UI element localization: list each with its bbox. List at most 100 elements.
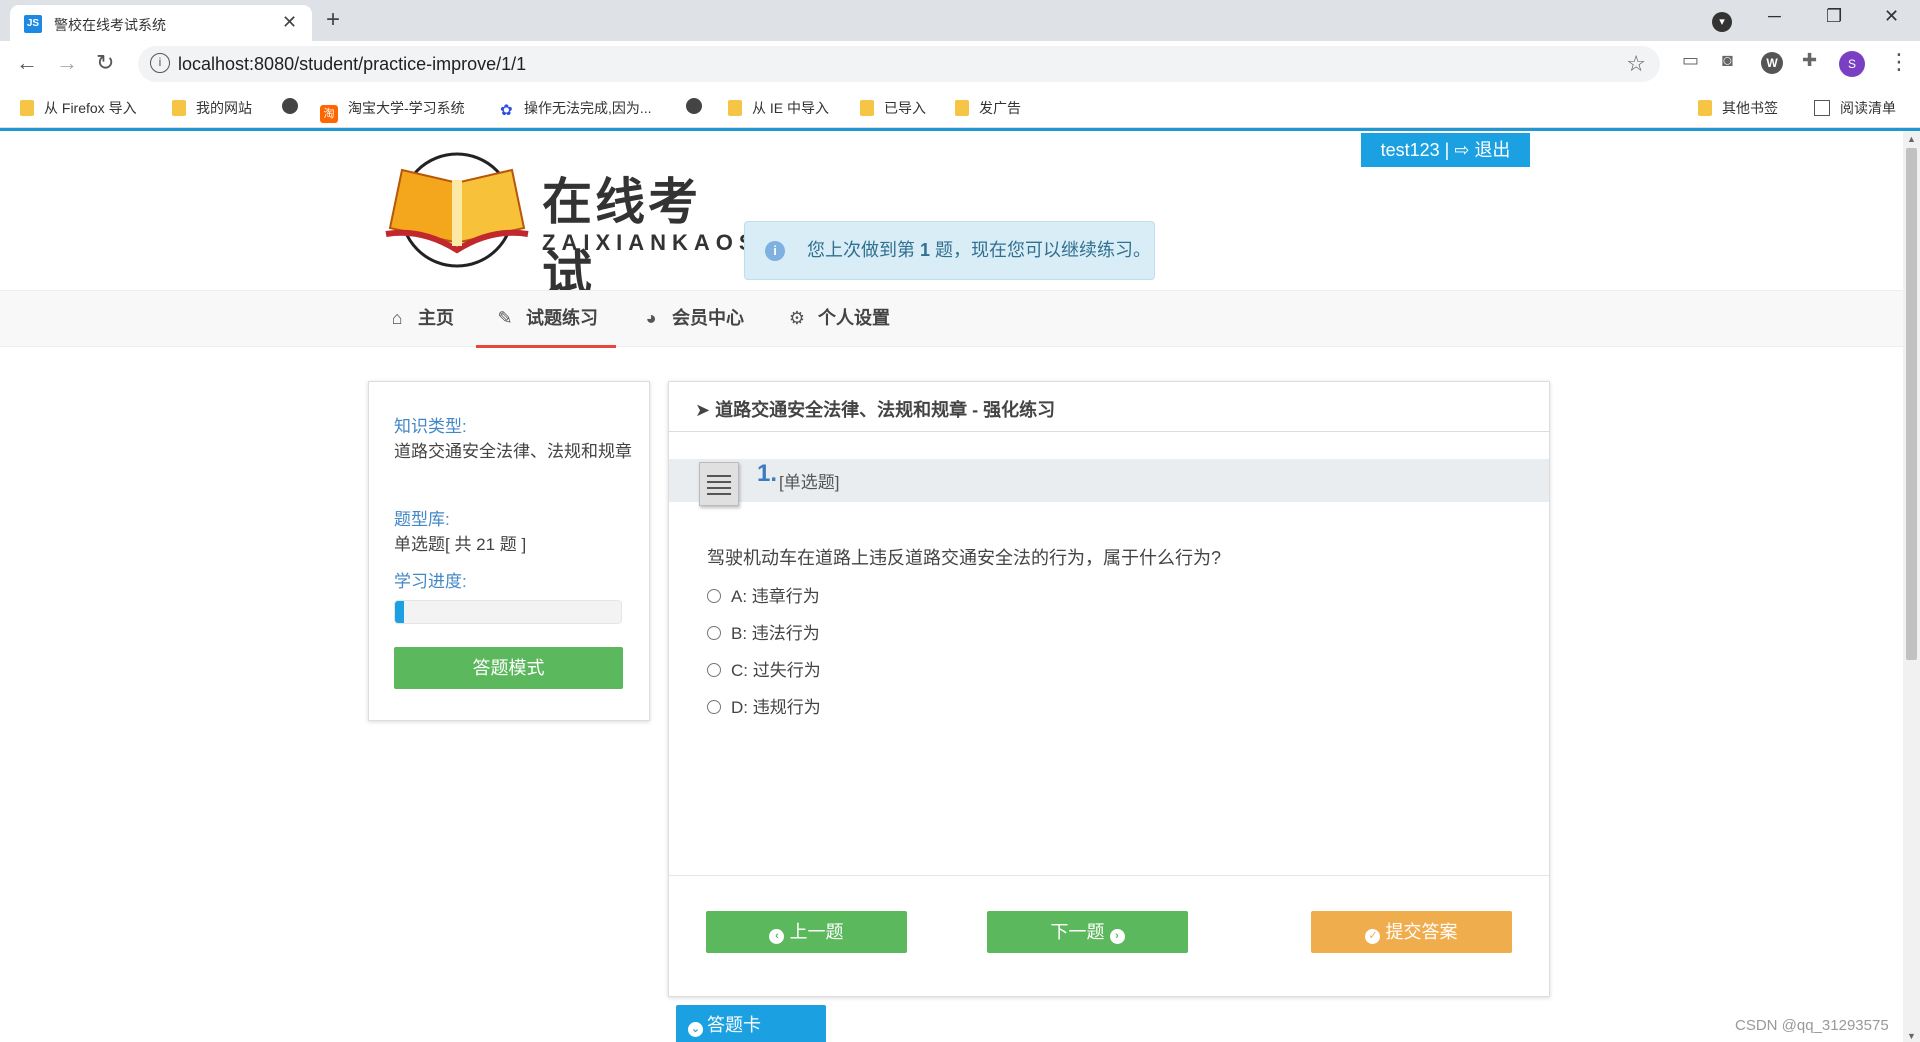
progress-bar	[394, 600, 622, 624]
extension-icon[interactable]: ▭	[1682, 50, 1699, 71]
bookmark-taobao[interactable]: 淘淘宝大学-学习系统	[320, 98, 465, 123]
chevron-right-icon: ›	[1109, 929, 1125, 944]
option-c[interactable]: C: 过失行为	[707, 656, 821, 681]
logout-link[interactable]: 退出	[1474, 140, 1510, 160]
page-scrollbar[interactable]: ▲ ▼	[1903, 131, 1920, 1042]
site-info-icon[interactable]: i	[150, 53, 170, 73]
option-a[interactable]: A: 违章行为	[707, 582, 820, 607]
prev-question-button[interactable]: ‹ 上一题	[706, 911, 907, 953]
scrollbar-thumb[interactable]	[1906, 148, 1917, 660]
bookmark-folder[interactable]: 从 Firefox 导入	[20, 98, 137, 118]
notice-text: 您上次做到第 1 题，现在您可以继续练习。	[807, 240, 1152, 260]
radio-icon[interactable]	[707, 663, 721, 677]
baidu-paw-icon: ✿	[500, 102, 513, 119]
minimize-icon[interactable]: ─	[1768, 6, 1781, 27]
edit-icon: ✎	[497, 308, 513, 328]
new-tab-icon[interactable]: +	[326, 6, 340, 34]
address-bar[interactable]: i localhost:8080/student/practice-improv…	[138, 46, 1660, 82]
profile-icon[interactable]: ▾	[1712, 12, 1732, 32]
back-icon[interactable]: ←	[16, 50, 38, 76]
favicon-icon: JS	[24, 15, 42, 33]
radio-icon[interactable]	[707, 626, 721, 640]
book-logo-icon	[385, 152, 529, 268]
logout-icon: ⇨	[1454, 140, 1470, 160]
camera-icon[interactable]: ◙	[1722, 50, 1733, 71]
practice-info-panel: 知识类型: 道路交通安全法律、法规和规章 题型库: 单选题[ 共 21 题 ] …	[368, 381, 650, 721]
main-nav: ⌂ 主页 ✎ 试题练习 ◕ 会员中心 ⚙ 个人设置	[0, 290, 1903, 348]
scroll-up-icon[interactable]: ▲	[1907, 134, 1916, 144]
progress-label: 学习进度:	[394, 572, 467, 591]
taobao-icon: 淘	[320, 105, 338, 123]
tab-title: 警校在线考试系统	[54, 17, 166, 33]
folder-icon	[728, 100, 742, 116]
nav-practice[interactable]: ✎ 试题练习	[476, 291, 616, 348]
folder-icon	[172, 100, 186, 116]
extension-w-icon[interactable]: W	[1761, 52, 1783, 74]
document-icon	[699, 462, 739, 506]
knowledge-type-value: 道路交通安全法律、法规和规章	[394, 442, 632, 461]
url-text[interactable]: localhost:8080/student/practice-improve/…	[178, 54, 526, 75]
chevron-left-icon: ‹	[769, 929, 785, 944]
divider	[669, 875, 1549, 876]
user-separator: |	[1444, 140, 1450, 160]
bookmark-folder[interactable]: 已导入	[860, 98, 926, 118]
profile-avatar[interactable]: S	[1839, 51, 1865, 77]
globe-icon	[282, 98, 298, 114]
close-window-icon[interactable]: ✕	[1884, 6, 1899, 27]
bookmark-folder[interactable]: 从 IE 中导入	[728, 98, 829, 118]
folder-icon	[1698, 100, 1712, 116]
nav-member-center[interactable]: ◕ 会员中心	[640, 291, 744, 348]
info-icon: i	[765, 241, 785, 261]
bookmark-globe[interactable]	[282, 98, 306, 114]
progress-fill	[395, 601, 405, 623]
question-panel: ➤ 道路交通安全法律、法规和规章 - 强化练习 1. [单选题] 驾驶机动车在道…	[668, 381, 1550, 997]
username: test123	[1380, 140, 1440, 160]
nav-settings[interactable]: ⚙ 个人设置	[786, 291, 890, 348]
question-panel-header: ➤ 道路交通安全法律、法规和规章 - 强化练习	[669, 382, 1549, 432]
resume-notice: i 您上次做到第 1 题，现在您可以继续练习。	[744, 221, 1155, 280]
bookmark-folder[interactable]: 发广告	[955, 98, 1021, 118]
answer-card-button[interactable]: ⌄ 答题卡	[676, 1005, 826, 1042]
dashboard-icon: ◕	[645, 308, 657, 328]
user-bar[interactable]: test123 | ⇨ 退出	[1361, 133, 1530, 167]
chevron-down-icon: ⌄	[688, 1022, 703, 1037]
knowledge-type-label: 知识类型:	[394, 417, 467, 436]
browser-tabbar: JS 警校在线考试系统 ✕ + ▾ ─ ❐ ✕	[0, 0, 1920, 41]
scroll-down-icon[interactable]: ▼	[1907, 1031, 1916, 1041]
browser-tab[interactable]: JS 警校在线考试系统 ✕	[10, 5, 312, 41]
send-icon: ➤	[695, 400, 716, 420]
question-number: 1.	[757, 460, 778, 487]
question-bank-label: 题型库:	[394, 510, 450, 529]
bookmark-reading-list[interactable]: 阅读清单	[1814, 98, 1896, 118]
panel-title: ➤ 道路交通安全法律、法规和规章 - 强化练习	[695, 400, 1056, 420]
bookmark-globe[interactable]	[686, 98, 710, 114]
answer-mode-button[interactable]: 答题模式	[394, 647, 623, 689]
menu-icon[interactable]: ⋮	[1888, 49, 1910, 75]
submit-answer-button[interactable]: ✓ 提交答案	[1311, 911, 1512, 953]
page-viewport: test123 | ⇨ 退出 在线考试 ZAIXIANKAOSHI i 您上次做…	[0, 128, 1920, 1042]
site-logo[interactable]: 在线考试 ZAIXIANKAOSHI	[382, 150, 788, 303]
restore-icon[interactable]: ❐	[1826, 6, 1842, 27]
reading-list-icon	[1814, 100, 1830, 116]
close-tab-icon[interactable]: ✕	[282, 12, 297, 33]
radio-icon[interactable]	[707, 589, 721, 603]
bookmark-folder[interactable]: 我的网站	[172, 98, 252, 118]
puzzle-icon[interactable]: ✚	[1802, 50, 1817, 71]
forward-icon[interactable]: →	[56, 50, 78, 76]
bookmark-star-icon[interactable]: ☆	[1626, 51, 1646, 77]
globe-icon	[686, 98, 702, 114]
folder-icon	[860, 100, 874, 116]
bookmark-baidu[interactable]: ✿ 操作无法完成,因为...	[500, 98, 652, 119]
nav-home[interactable]: ⌂ 主页	[386, 291, 454, 348]
next-question-button[interactable]: 下一题 ›	[987, 911, 1188, 953]
home-icon: ⌂	[391, 308, 403, 328]
option-d[interactable]: D: 违规行为	[707, 693, 821, 718]
reload-icon[interactable]: ↻	[96, 50, 114, 76]
option-b[interactable]: B: 违法行为	[707, 619, 820, 644]
question-bank-value: 单选题[ 共 21 题 ]	[394, 535, 527, 554]
bookmark-other[interactable]: 其他书签	[1698, 98, 1778, 118]
folder-icon	[20, 100, 34, 116]
browser-toolbar: ← → ↻ i localhost:8080/student/practice-…	[0, 41, 1920, 88]
radio-icon[interactable]	[707, 700, 721, 714]
question-type: [单选题]	[779, 473, 840, 492]
